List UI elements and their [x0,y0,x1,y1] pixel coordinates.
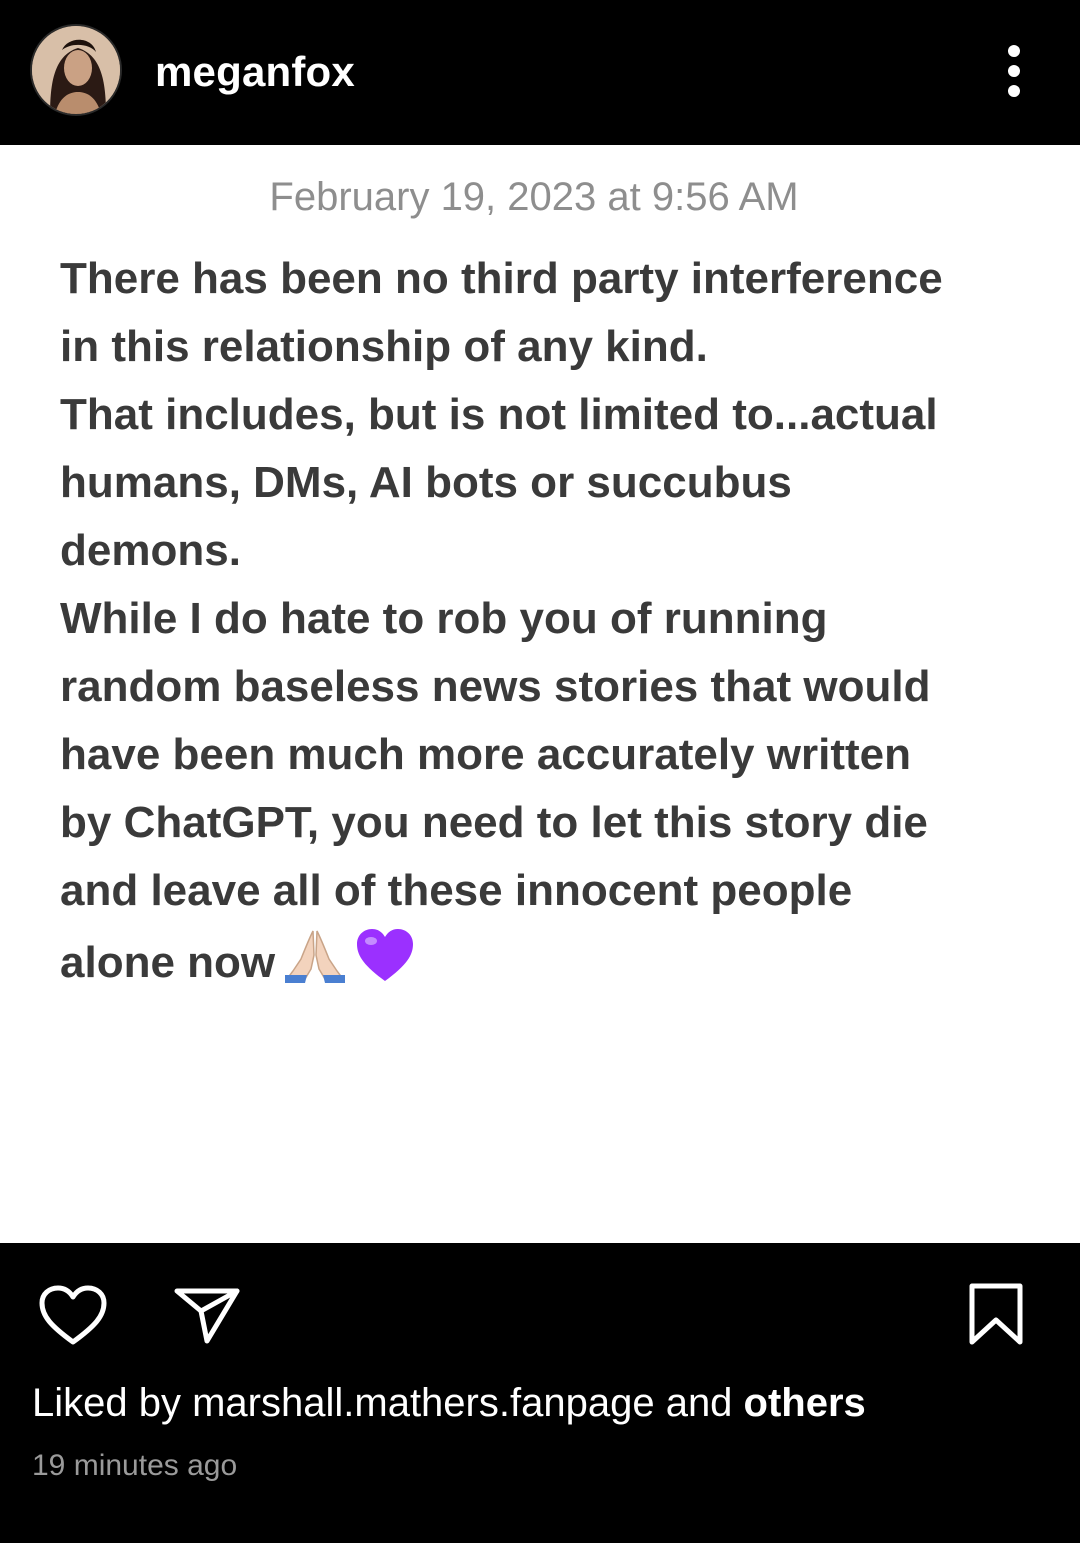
note-line: and leave all of these innocent people [60,866,853,915]
avatar[interactable] [30,24,122,116]
save-button[interactable] [962,1277,1030,1351]
like-button[interactable] [32,1281,114,1351]
note-line: random baseless news stories that would [60,662,931,711]
vertical-ellipsis-icon [1008,45,1020,97]
note-line: in this relationship of any kind. [60,322,708,371]
more-options-button[interactable] [990,36,1038,106]
username[interactable]: meganfox [155,48,355,96]
heart-icon [39,1285,107,1345]
note-last-line: alone now🙏🏼 💜 [60,925,1050,997]
note-line: demons. [60,526,241,575]
purple-heart-icon [357,929,414,981]
bookmark-icon [969,1283,1023,1345]
paper-plane-icon [174,1288,240,1344]
post-time-ago: 19 minutes ago [32,1449,238,1482]
note-line: While I do hate to rob you of running [60,594,828,643]
note-line: humans, DMs, AI bots or succubus [60,458,792,507]
liked-by-user-link[interactable]: marshall.mathers.fanpage [192,1381,654,1425]
post-image[interactable]: February 19, 2023 at 9:56 AM There has b… [0,145,1080,1243]
profile-photo [32,26,120,114]
folded-hands-icon [285,930,346,983]
likes-joiner: and [654,1381,744,1425]
note-timestamp: February 19, 2023 at 9:56 AM [269,175,799,219]
post-footer: Liked by marshall.mathers.fanpage and ot… [0,1243,1080,1543]
likes-prefix: Liked by [32,1381,193,1425]
share-button[interactable] [168,1279,246,1351]
post-header: meganfox [0,0,1080,145]
likes-summary: Liked by marshall.mathers.fanpage and ot… [32,1381,866,1426]
note-line: There has been no third party interferen… [60,254,943,303]
note-line: by ChatGPT, you need to let this story d… [60,798,928,847]
liked-by-others-link[interactable]: others [744,1381,866,1425]
note-line: alone now [60,938,276,987]
note-line: That includes, but is not limited to...a… [60,390,938,439]
note-body: There has been no third party interferen… [60,245,1050,997]
note-line: have been much more accurately written [60,730,911,779]
